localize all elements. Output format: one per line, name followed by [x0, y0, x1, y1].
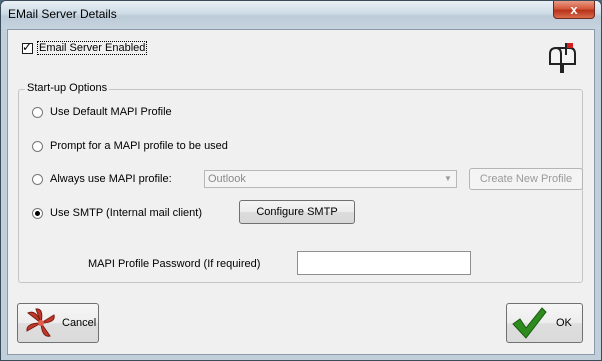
- create-new-profile-button[interactable]: Create New Profile: [469, 168, 583, 190]
- email-server-dialog: EMail Server Details x ✓ Email Server En…: [0, 0, 602, 361]
- email-enabled-checkbox[interactable]: ✓: [22, 39, 33, 54]
- option-always-profile-label[interactable]: Always use MAPI profile:: [50, 173, 172, 185]
- radio-default-profile[interactable]: [32, 106, 43, 118]
- email-enabled-row[interactable]: ✓ Email Server Enabled: [22, 39, 148, 55]
- option-always-profile[interactable]: Always use MAPI profile:: [32, 173, 172, 185]
- option-prompt-profile[interactable]: Prompt for a MAPI profile to be used: [32, 140, 228, 152]
- chevron-down-icon[interactable]: ▼: [441, 172, 455, 186]
- dialog-body: ✓ Email Server Enabled Start-up Options …: [7, 29, 595, 355]
- configure-smtp-button[interactable]: Configure SMTP: [239, 200, 355, 224]
- mapi-profile-select[interactable]: Outlook ▼: [204, 170, 457, 188]
- ok-label: OK: [556, 317, 572, 329]
- mailbox-icon: [547, 42, 577, 74]
- cancel-label: Cancel: [62, 317, 97, 329]
- option-prompt-profile-label[interactable]: Prompt for a MAPI profile to be used: [50, 140, 228, 152]
- radio-use-smtp[interactable]: [32, 207, 43, 219]
- option-default-profile[interactable]: Use Default MAPI Profile: [32, 106, 172, 118]
- startup-options-legend: Start-up Options: [25, 82, 110, 94]
- radio-prompt-profile[interactable]: [32, 140, 43, 152]
- cancel-button[interactable]: Cancel: [17, 303, 99, 343]
- option-default-profile-label[interactable]: Use Default MAPI Profile: [50, 106, 172, 118]
- email-enabled-label[interactable]: Email Server Enabled: [37, 41, 148, 55]
- mapi-profile-value: Outlook: [208, 173, 246, 185]
- radio-always-profile[interactable]: [32, 173, 43, 185]
- close-button[interactable]: x: [553, 1, 595, 19]
- option-use-smtp[interactable]: Use SMTP (Internal mail client): [32, 207, 202, 219]
- option-use-smtp-label[interactable]: Use SMTP (Internal mail client): [50, 207, 202, 219]
- ok-button[interactable]: OK: [506, 303, 583, 343]
- red-pinwheel-icon: [26, 308, 55, 337]
- password-input[interactable]: [297, 251, 471, 275]
- window-title: EMail Server Details: [8, 7, 117, 21]
- title-bar[interactable]: EMail Server Details x: [1, 1, 601, 29]
- green-checkmark-icon: [512, 307, 547, 339]
- password-label: MAPI Profile Password (If required): [88, 258, 261, 270]
- check-mark-icon: ✓: [22, 39, 33, 54]
